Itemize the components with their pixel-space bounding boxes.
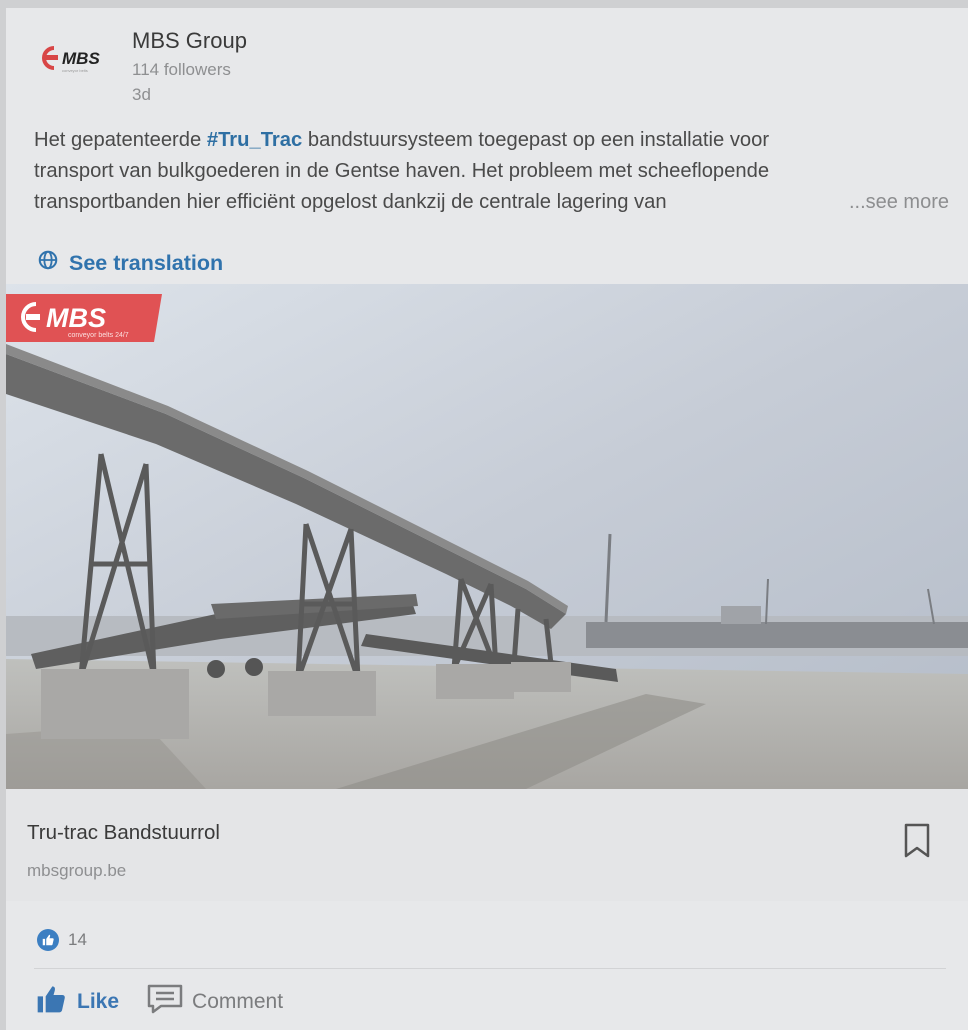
globe-icon <box>37 249 59 277</box>
svg-text:conveyor belts: conveyor belts <box>62 68 88 73</box>
post-text: Het gepatenteerde #Tru_Trac bandstuursys… <box>34 125 959 218</box>
svg-text:conveyor belts 24/7: conveyor belts 24/7 <box>68 332 129 339</box>
see-translation-button[interactable]: See translation <box>37 248 223 278</box>
social-bar: 14 Like Comment <box>6 901 968 1030</box>
company-logo[interactable]: MBS conveyor belts <box>36 40 116 76</box>
post-text-line-3: transportbanden hier efficiënt opgelost … <box>34 191 667 213</box>
like-button[interactable]: Like <box>34 983 119 1021</box>
svg-text:MBS: MBS <box>46 303 106 333</box>
post-text-line-2: transport van bulkgoederen in de Gentse … <box>34 160 770 182</box>
feed-post-card: MBS conveyor belts MBS Group 114 followe… <box>6 8 968 1030</box>
link-preview[interactable]: Tru-trac Bandstuurrol mbsgroup.be <box>6 789 968 901</box>
hashtag-link[interactable]: #Tru_Trac <box>207 129 302 151</box>
svg-text:MBS: MBS <box>62 49 100 68</box>
comment-label: Comment <box>192 990 284 1013</box>
see-translation-label: See translation <box>69 250 224 275</box>
comment-icon <box>147 984 183 1020</box>
reactions-summary[interactable]: 14 <box>37 929 87 951</box>
see-more-link[interactable]: ...see more <box>848 187 949 218</box>
comment-button[interactable]: Comment <box>147 984 283 1020</box>
post-text-line-1: Het gepatenteerde #Tru_Trac bandstuursys… <box>34 129 770 151</box>
link-title[interactable]: Tru-trac Bandstuurrol <box>27 821 220 845</box>
link-url: mbsgroup.be <box>27 861 127 880</box>
image-mbs-logo: MBS conveyor belts 24/7 <box>6 294 162 342</box>
post-time: 3d <box>132 85 151 104</box>
like-label: Like <box>77 990 120 1013</box>
follower-count: 114 followers <box>132 60 231 79</box>
divider <box>34 968 946 969</box>
action-bar: Like Comment <box>34 983 283 1021</box>
post-image[interactable]: MBS conveyor belts 24/7 <box>6 284 968 789</box>
thumbs-up-icon <box>34 983 68 1021</box>
bookmark-icon[interactable] <box>904 823 930 859</box>
company-name[interactable]: MBS Group <box>132 28 247 54</box>
reaction-count: 14 <box>68 930 87 949</box>
post-header: MBS conveyor belts MBS Group 114 followe… <box>6 8 968 123</box>
like-reaction-icon <box>37 929 59 951</box>
